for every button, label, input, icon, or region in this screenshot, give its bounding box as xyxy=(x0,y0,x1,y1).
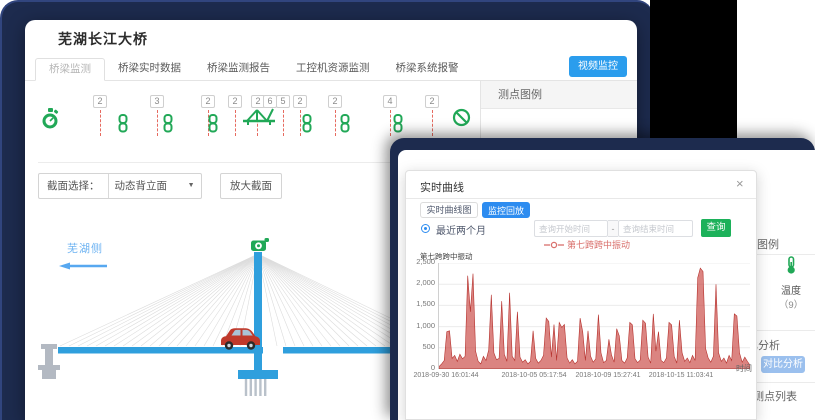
thermometer-icon xyxy=(784,256,798,275)
sensor-count-badge: 2 xyxy=(425,95,439,108)
divider xyxy=(406,198,756,199)
section-select-combo: 截面选择： 动态背立面 ▼ xyxy=(38,173,202,199)
y-axis-tick: 2,000 xyxy=(406,278,435,287)
range-radio-label: 最近两个月 xyxy=(436,222,486,237)
sensor-dashed-line xyxy=(235,110,236,136)
enlarge-section-button[interactable]: 放大截面 xyxy=(220,173,282,199)
gauge-sensor-icon[interactable] xyxy=(40,108,60,135)
sensor-dashed-line xyxy=(432,110,433,136)
sensor-count-badge: 5 xyxy=(276,95,290,108)
sensor-dashed-line xyxy=(283,110,284,136)
section-select-label: 截面选择： xyxy=(39,174,109,198)
y-axis-tick: 2,500 xyxy=(406,257,435,266)
tab-monitor-report[interactable]: 桥梁监测报告 xyxy=(194,58,283,81)
legend-marker-icon xyxy=(544,241,564,249)
x-axis-tick: 2018-09-30 16:01:44 xyxy=(411,372,481,379)
sensor-dashed-line xyxy=(335,110,336,136)
page-title: 芜湖长江大桥 xyxy=(58,29,148,49)
realtime-curve-modal: 实时曲线 × 实时曲线图 监控回放 最近两个月 - 查询 第七跨跨中振动 第七跨… xyxy=(405,170,757,420)
truss-bridge-sensor-icon[interactable] xyxy=(242,104,276,133)
tab-ipc-resource[interactable]: 工控机资源监测 xyxy=(283,58,383,81)
chart-legend[interactable]: 第七跨跨中振动 xyxy=(544,238,630,251)
close-icon[interactable]: × xyxy=(736,176,744,191)
y-axis-tick: 1,500 xyxy=(406,299,435,308)
tab-realtime-data[interactable]: 桥梁实时数据 xyxy=(105,58,194,81)
modal-title: 实时曲线 xyxy=(420,179,464,195)
temperature-label: 温度 xyxy=(774,282,808,297)
temperature-legend-item[interactable]: 温度 （9） xyxy=(774,256,808,311)
sensor-count-badge: 2 xyxy=(93,95,107,108)
sensor-count-badge: 2 xyxy=(228,95,242,108)
y-axis-tick: 0 xyxy=(406,363,435,372)
sensor-count-badge: 2 xyxy=(293,95,307,108)
query-button[interactable]: 查询 xyxy=(701,219,731,237)
tab-bar: 桥梁监测 桥梁实时数据 桥梁监测报告 工控机资源监测 桥梁系统报警 xyxy=(25,58,637,81)
y-axis-tick: 500 xyxy=(406,342,435,351)
query-start-time-input[interactable] xyxy=(534,220,608,237)
vibration-series-area xyxy=(439,268,750,369)
sensor-count-badge: 2 xyxy=(328,95,342,108)
x-axis-tick: 2018-10-09 15:27:41 xyxy=(573,372,643,379)
temperature-count: （9） xyxy=(774,297,808,311)
sensor-count-badge: 4 xyxy=(383,95,397,108)
compare-analysis-button[interactable]: 对比分析 xyxy=(761,356,805,373)
prohibition-icon[interactable] xyxy=(452,108,471,132)
camera-icon xyxy=(251,238,269,251)
chain-link-sensor-icon[interactable] xyxy=(206,114,220,138)
query-end-time-input[interactable] xyxy=(618,220,693,237)
tab-bridge-monitoring[interactable]: 桥梁监测 xyxy=(35,58,105,81)
chain-link-sensor-icon[interactable] xyxy=(338,114,352,138)
black-backdrop-block xyxy=(650,0,737,140)
chain-link-sensor-icon[interactable] xyxy=(161,114,175,138)
chain-link-sensor-icon[interactable] xyxy=(116,114,130,138)
tab-monitor-playback[interactable]: 监控回放 xyxy=(482,202,530,218)
vibration-chart-plot[interactable] xyxy=(438,263,749,369)
legend-series-label: 第七跨跨中振动 xyxy=(567,238,630,251)
sensor-dashed-line xyxy=(100,110,101,136)
sensor-count-badge: 2 xyxy=(201,95,215,108)
chain-link-sensor-icon[interactable] xyxy=(391,114,405,138)
video-monitor-button[interactable]: 视频监控 xyxy=(569,56,627,77)
x-axis-label: 时间 xyxy=(736,363,752,374)
chain-link-sensor-icon[interactable] xyxy=(300,114,314,138)
y-axis-tick: 1,000 xyxy=(406,321,435,330)
legend-panel-title: 测点图例 xyxy=(481,81,637,109)
sensor-dashed-line xyxy=(157,110,158,136)
range-separator: - xyxy=(608,220,618,237)
section-select-dropdown[interactable]: 动态背立面 ▼ xyxy=(109,174,201,198)
pier-cap xyxy=(238,370,278,379)
range-radio-selected[interactable] xyxy=(421,224,430,233)
sensor-count-badge: 3 xyxy=(150,95,164,108)
pier-piles xyxy=(246,379,265,396)
tab-system-alarm[interactable]: 桥梁系统报警 xyxy=(383,58,472,81)
left-abutment-pier xyxy=(38,344,60,379)
chevron-down-icon: ▼ xyxy=(188,174,195,198)
tab-realtime-curve[interactable]: 实时曲线图 xyxy=(420,202,478,218)
x-axis-tick: 2018-10-05 05:17:54 xyxy=(499,372,569,379)
x-axis-tick: 2018-10-15 11:03:41 xyxy=(646,372,716,379)
